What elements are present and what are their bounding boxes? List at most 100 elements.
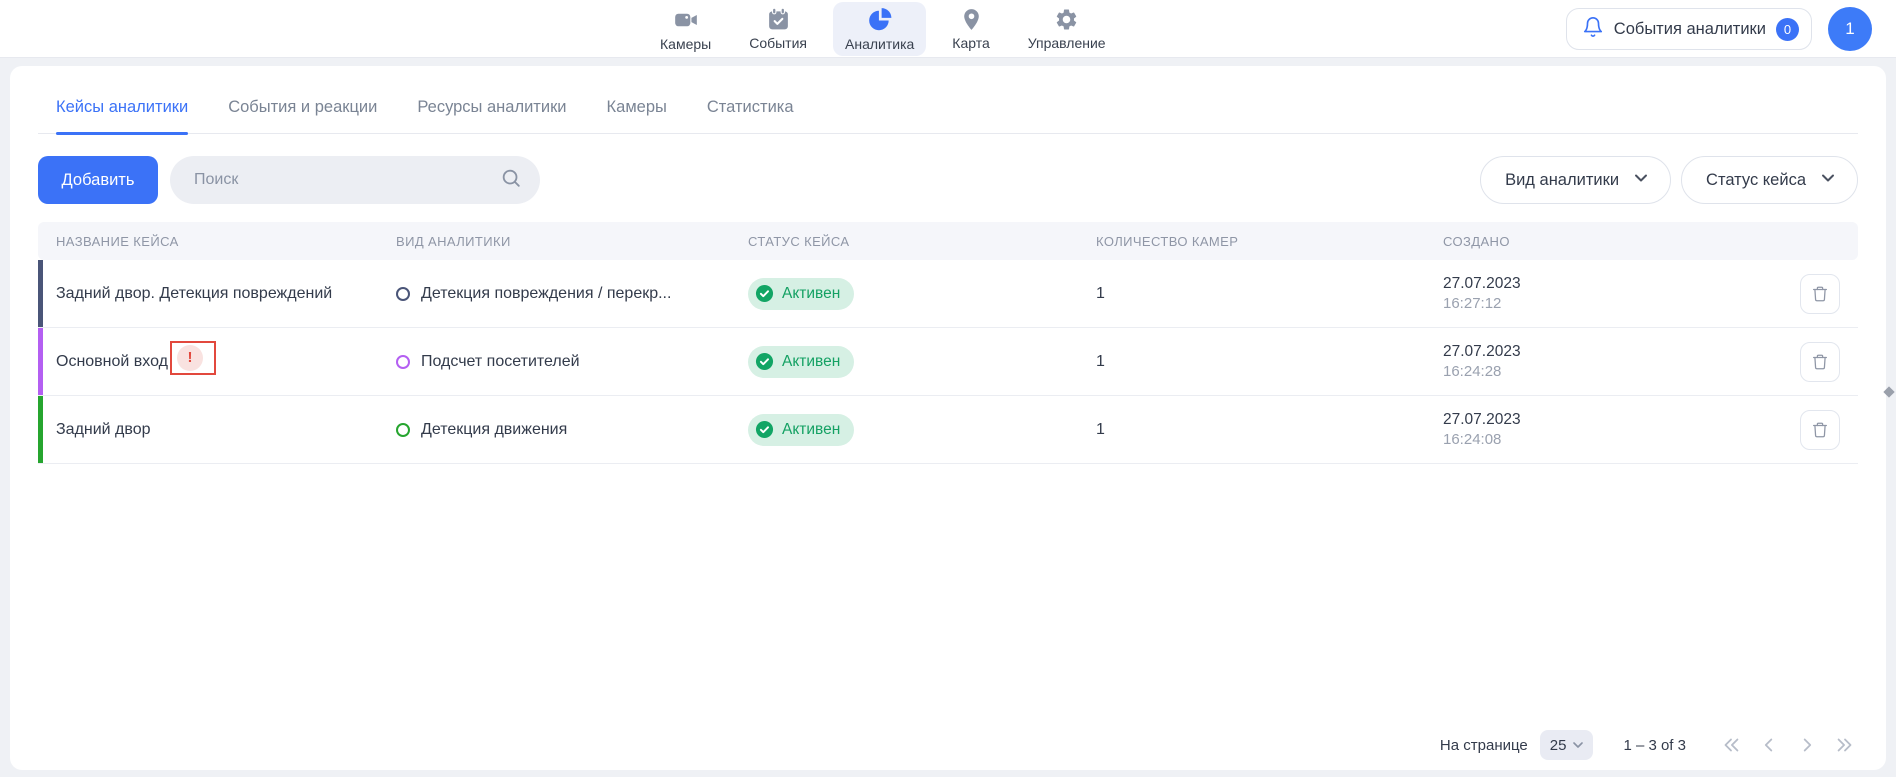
check-circle-icon (755, 352, 774, 371)
tab-events-and-reactions[interactable]: События и реакции (228, 98, 377, 133)
tab-analytics-cases[interactable]: Кейсы аналитики (56, 98, 188, 133)
nav-item-label: События (749, 35, 807, 51)
tab-label: Ресурсы аналитики (417, 98, 566, 116)
error-highlight-box: ! (170, 341, 216, 375)
camera-count: 1 (1078, 353, 1425, 371)
camera-count: 1 (1078, 421, 1425, 439)
status-label: Активен (782, 421, 840, 439)
created-cell: 27.07.2023 16:24:08 (1425, 410, 1775, 450)
case-name: Основной вход (56, 353, 168, 371)
gear-icon (1054, 7, 1079, 32)
cases-table: НАЗВАНИЕ КЕЙСА ВИД АНАЛИТИКИ СТАТУС КЕЙС… (38, 222, 1858, 464)
delete-case-button[interactable] (1800, 342, 1840, 382)
analytics-type-ring-icon (396, 355, 410, 369)
analytics-type-cell: Детекция повреждения / перекр... (378, 285, 730, 303)
analytics-type-cell: Детекция движения (378, 421, 730, 439)
calendar-check-icon (766, 7, 791, 32)
search-field[interactable] (170, 156, 540, 204)
filter-label: Статус кейса (1706, 171, 1806, 190)
chevron-down-icon (1632, 169, 1650, 192)
column-header-name: НАЗВАНИЕ КЕЙСА (38, 234, 378, 249)
tab-label: Кейсы аналитики (56, 98, 188, 116)
bell-icon (1582, 16, 1604, 43)
status-badge: Активен (748, 346, 854, 378)
nav-item-analytics[interactable]: Аналитика (833, 2, 926, 56)
video-camera-icon (673, 7, 699, 33)
status-badge: Активен (748, 414, 854, 446)
analytics-type-ring-icon (396, 287, 410, 301)
column-header-camera-count: КОЛИЧЕСТВО КАМЕР (1078, 234, 1425, 249)
chevron-left-icon (1758, 734, 1780, 756)
first-page-button[interactable] (1718, 732, 1744, 758)
case-name: Задний двор (38, 421, 378, 439)
analytics-type-cell: Подсчет посетителей (378, 353, 730, 371)
tab-analytics-resources[interactable]: Ресурсы аналитики (417, 98, 566, 133)
last-page-button[interactable] (1832, 732, 1858, 758)
created-time: 16:24:08 (1443, 430, 1775, 450)
page-range-label: 1 – 3 of 3 (1623, 737, 1686, 754)
nav-item-cameras[interactable]: Камеры (648, 0, 723, 58)
delete-case-button[interactable] (1800, 410, 1840, 450)
add-case-button[interactable]: Добавить (38, 156, 158, 204)
next-page-button[interactable] (1794, 732, 1820, 758)
nav-item-map[interactable]: Карта (940, 0, 1001, 58)
actions-cell (1775, 342, 1858, 382)
previous-page-button[interactable] (1756, 732, 1782, 758)
search-icon[interactable] (500, 167, 522, 194)
top-navigation-bar: Камеры События Аналитика Карта Управлени… (0, 0, 1896, 58)
chevron-right-icon (1796, 734, 1818, 756)
delete-case-button[interactable] (1800, 274, 1840, 314)
double-chevron-left-icon (1720, 734, 1742, 756)
table-row[interactable]: Задний двор. Детекция повреждений Детекц… (38, 260, 1858, 328)
toolbar: Добавить Вид аналитики Статус кейса (38, 156, 1858, 204)
analytics-events-button[interactable]: События аналитики 0 (1566, 8, 1812, 50)
trash-icon (1811, 285, 1829, 303)
row-accent-bar (38, 328, 43, 395)
tab-label: Статистика (707, 98, 794, 116)
error-exclamation-icon[interactable]: ! (177, 345, 203, 371)
actions-cell (1775, 274, 1858, 314)
created-date: 27.07.2023 (1443, 342, 1775, 362)
nav-item-events[interactable]: События (737, 0, 819, 58)
case-status-filter[interactable]: Статус кейса (1681, 156, 1858, 204)
table-row[interactable]: Задний двор Детекция движения Активен 1 … (38, 396, 1858, 464)
nav-item-management[interactable]: Управление (1016, 0, 1118, 58)
analytics-type-ring-icon (396, 423, 410, 437)
created-date: 27.07.2023 (1443, 274, 1775, 294)
filters: Вид аналитики Статус кейса (1480, 156, 1858, 204)
table-header-row: НАЗВАНИЕ КЕЙСА ВИД АНАЛИТИКИ СТАТУС КЕЙС… (38, 222, 1858, 260)
analytics-type-filter[interactable]: Вид аналитики (1480, 156, 1671, 204)
created-time: 16:27:12 (1443, 294, 1775, 314)
status-badge: Активен (748, 278, 854, 310)
column-header-case-status: СТАТУС КЕЙСА (730, 234, 1078, 249)
topbar-right: События аналитики 0 1 (1566, 0, 1872, 58)
created-time: 16:24:28 (1443, 362, 1775, 382)
camera-count: 1 (1078, 285, 1425, 303)
trash-icon (1811, 353, 1829, 371)
filter-label: Вид аналитики (1505, 171, 1619, 190)
avatar[interactable]: 1 (1828, 7, 1872, 51)
table-row[interactable]: Основной вход ! Подсчет посетителей Акти… (38, 328, 1858, 396)
analytics-type-label: Подсчет посетителей (421, 353, 580, 371)
pagination-bar: На странице 25 1 – 3 of 3 (1440, 730, 1858, 760)
analytics-events-label: События аналитики (1614, 20, 1766, 39)
nav-item-label: Управление (1028, 35, 1106, 51)
status-label: Активен (782, 285, 840, 303)
search-input[interactable] (192, 170, 500, 190)
analytics-type-label: Детекция движения (421, 421, 567, 439)
case-name: Задний двор. Детекция повреждений (38, 285, 378, 303)
nav-item-label: Карта (952, 35, 989, 51)
case-status-cell: Активен (730, 278, 1078, 310)
main-nav: Камеры События Аналитика Карта Управлени… (648, 0, 1118, 58)
created-cell: 27.07.2023 16:24:28 (1425, 342, 1775, 382)
tab-cameras[interactable]: Камеры (607, 98, 667, 133)
case-status-cell: Активен (730, 414, 1078, 446)
tab-label: События и реакции (228, 98, 377, 116)
trash-icon (1811, 421, 1829, 439)
per-page-select[interactable]: 25 (1540, 730, 1594, 760)
per-page-label: На странице (1440, 737, 1528, 754)
analytics-type-label: Детекция повреждения / перекр... (421, 285, 671, 303)
tab-statistics[interactable]: Статистика (707, 98, 794, 133)
per-page-value: 25 (1550, 737, 1567, 754)
case-status-cell: Активен (730, 346, 1078, 378)
